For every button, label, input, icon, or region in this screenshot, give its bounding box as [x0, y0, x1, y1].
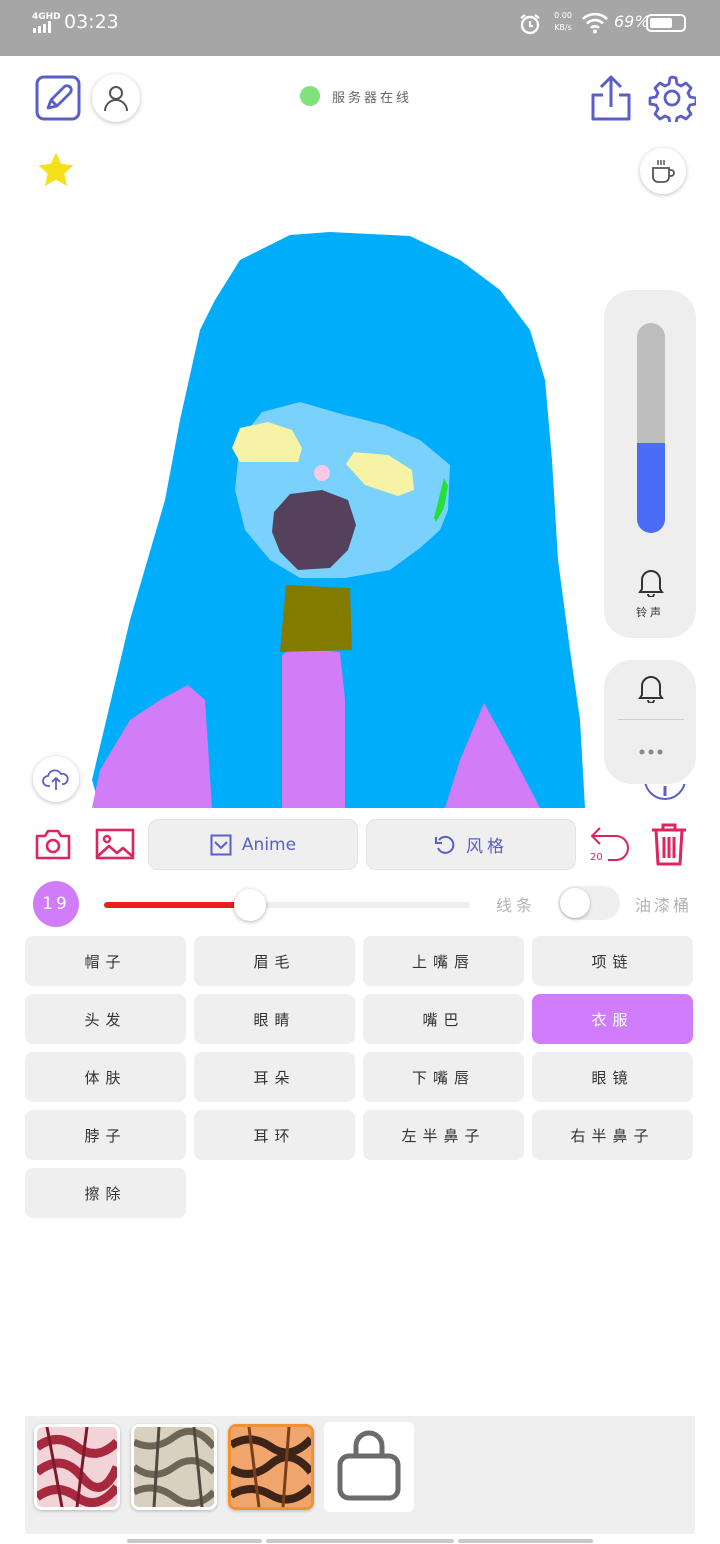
part-button[interactable]: 耳环: [194, 1110, 355, 1160]
signal-icon: [33, 21, 51, 33]
battery-level: [650, 18, 672, 28]
share-button[interactable]: [588, 72, 634, 124]
style-label: 风格: [466, 837, 508, 857]
cloud-upload-icon: [42, 769, 69, 790]
user-icon: [104, 86, 128, 112]
anime-button[interactable]: Anime: [148, 819, 358, 870]
volume-level: [637, 442, 665, 533]
part-button[interactable]: 项链: [532, 936, 693, 986]
gear-icon: [648, 75, 696, 122]
ringtone-button[interactable]: [636, 566, 666, 598]
nav-indicator-right: [458, 1539, 593, 1543]
settings-button[interactable]: [648, 74, 696, 122]
battery-percent: 69%: [614, 12, 650, 31]
server-status: 服务器在线: [300, 86, 412, 106]
checkbox-icon: [210, 834, 232, 855]
part-button[interactable]: 头发: [25, 994, 186, 1044]
bell-icon: [638, 676, 664, 703]
part-button[interactable]: 体肤: [25, 1052, 186, 1102]
refresh-icon: [435, 835, 455, 854]
more-button[interactable]: [634, 742, 668, 762]
network-speed: 0.00 KB/s: [550, 10, 576, 34]
neck-stroke: [282, 648, 345, 808]
gallery-button[interactable]: [94, 826, 136, 862]
texture-red-image: [37, 1427, 117, 1507]
notification-button[interactable]: [636, 672, 666, 704]
part-button[interactable]: 耳朵: [194, 1052, 355, 1102]
undo-button[interactable]: 20: [588, 824, 634, 866]
speed-unit: KB/s: [554, 23, 572, 32]
texture-thumb-orange[interactable]: [228, 1424, 314, 1510]
part-button[interactable]: 眼镜: [532, 1052, 693, 1102]
status-bar: 4GHD 03:23 0.00 KB/s 69%: [0, 0, 720, 56]
share-icon: [591, 75, 631, 121]
bucket-mode-label: 油漆桶: [635, 896, 693, 915]
status-dot: [300, 86, 320, 106]
more-dots-icon: [639, 749, 663, 755]
texture-thumb-red[interactable]: [34, 1424, 120, 1510]
undo-count: 20: [590, 852, 603, 863]
fill-mode-toggle[interactable]: [558, 886, 620, 920]
bell-icon: [638, 570, 664, 597]
camera-button[interactable]: [34, 826, 72, 862]
delete-button[interactable]: [648, 820, 690, 868]
style-button[interactable]: 风格: [366, 819, 576, 870]
nav-indicator-left: [127, 1539, 262, 1543]
user-button[interactable]: [92, 74, 140, 122]
clock: 03:23: [64, 11, 119, 33]
panel-divider: [618, 719, 684, 720]
trash-icon: [652, 823, 686, 866]
shop-button[interactable]: [324, 1422, 414, 1512]
nose-dot: [314, 465, 330, 481]
part-button[interactable]: 脖子: [25, 1110, 186, 1160]
draw-mode-button[interactable]: [34, 74, 82, 122]
part-button[interactable]: 帽子: [25, 936, 186, 986]
part-button[interactable]: 下嘴唇: [363, 1052, 524, 1102]
image-icon: [95, 828, 135, 860]
info-icon: [644, 784, 686, 800]
part-button[interactable]: 眉毛: [194, 936, 355, 986]
brush-size-badge: 19: [33, 881, 79, 927]
part-button[interactable]: 右半鼻子: [532, 1110, 693, 1160]
brush-size-fill: [104, 902, 251, 908]
part-button[interactable]: 左半鼻子: [363, 1110, 524, 1160]
info-button[interactable]: [642, 784, 688, 802]
texture-thumb-beige[interactable]: [131, 1424, 217, 1510]
upload-button[interactable]: [33, 756, 79, 802]
brush-size-thumb[interactable]: [234, 889, 267, 921]
collar-stroke: [280, 585, 352, 652]
part-button[interactable]: 衣服: [532, 994, 693, 1044]
part-button[interactable]: 眼睛: [194, 994, 355, 1044]
part-button[interactable]: 嘴巴: [363, 994, 524, 1044]
parts-grid: 帽子 眉毛 上嘴唇 项链头发 眼睛 嘴巴 衣服体肤 耳朵 下嘴唇 眼镜脖子 耳环 左半鼻子 右半鼻子擦除: [25, 936, 693, 1218]
texture-orange-image: [231, 1427, 311, 1507]
volume-slider[interactable]: [637, 323, 665, 533]
line-mode-label: 线条: [496, 896, 537, 915]
part-button[interactable]: 擦除: [25, 1168, 186, 1218]
speed-value: 0.00: [554, 11, 572, 20]
toggle-knob: [560, 888, 590, 918]
part-button[interactable]: 上嘴唇: [363, 936, 524, 986]
ringtone-label: 铃声: [636, 606, 664, 619]
edit-icon: [35, 75, 81, 121]
camera-icon: [35, 829, 71, 860]
nav-indicator-center: [266, 1539, 454, 1543]
alarm-icon: [520, 14, 540, 35]
shopping-bag-icon: [337, 1430, 401, 1501]
wifi-icon: [582, 12, 608, 34]
anime-label: Anime: [241, 834, 297, 855]
server-status-text: 服务器在线: [332, 90, 413, 106]
texture-beige-image: [134, 1427, 214, 1507]
